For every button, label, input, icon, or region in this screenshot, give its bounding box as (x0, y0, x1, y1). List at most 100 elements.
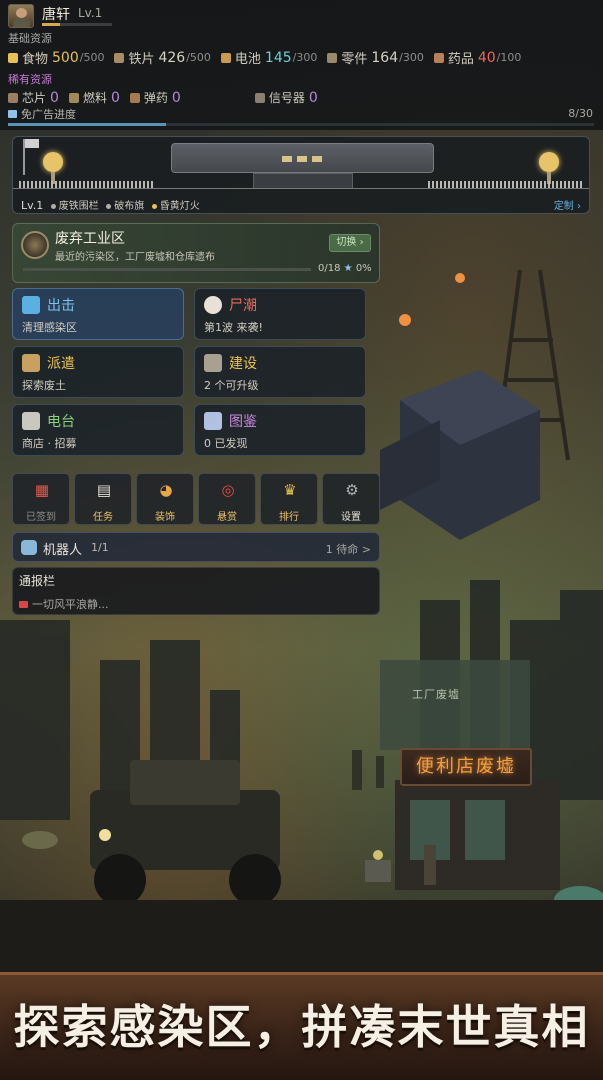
resource-name: 铁片 (128, 52, 155, 67)
tile-title: 派遣 (47, 356, 75, 372)
resource-value: 0 (308, 89, 318, 106)
flag-icon (23, 139, 39, 175)
medicine-icon (433, 52, 444, 63)
calendar-icon: ▦ (34, 481, 50, 499)
switch-zone-button[interactable]: 切换 › (329, 234, 371, 252)
gate-light (297, 156, 307, 162)
robot-bar[interactable]: 机器人 1/1 1 待命 > (12, 532, 380, 562)
clipboard-icon: ▤ (96, 481, 112, 499)
resource-name: 零件 (341, 52, 368, 67)
base-decoration-chip: 废铁围栏 (50, 201, 99, 212)
gate-light (312, 156, 322, 162)
resource-name: 信号器 (268, 91, 305, 105)
decor-button[interactable]: ◕ 装饰 (136, 473, 194, 525)
robot-count: 1/1 (91, 541, 109, 554)
tile-title: 电台 (47, 414, 75, 430)
tile-subtitle: 第1波 来袭! (204, 321, 263, 334)
build-button[interactable]: 建设 2 个可升级 (194, 346, 366, 398)
shortcut-label: 设置 (341, 512, 361, 523)
star-icon: ★ (343, 263, 353, 274)
gate-base (253, 173, 353, 189)
zone-progress-count: 0/18 (318, 263, 341, 274)
resource-value: 164 (371, 49, 399, 66)
dispatch-icon (22, 354, 40, 372)
chip-icon (8, 92, 18, 103)
notice-board[interactable]: 通报栏 一切风平浪静... (12, 567, 380, 615)
notice-text: 一切风平浪静... (32, 598, 109, 611)
chip-label: 昏黄灯火 (159, 201, 200, 212)
resource-max: /300 (292, 51, 318, 64)
ad-free-progress-bar (8, 123, 594, 126)
store-ruins-sign: 便利店废墟 (400, 748, 532, 786)
map-icon (22, 296, 40, 314)
robot-standby[interactable]: 1 待命 > (326, 541, 371, 557)
resource-value: 0 (171, 89, 181, 106)
resource-value: 40 (477, 49, 496, 66)
settings-button[interactable]: ⚙ 设置 (322, 473, 380, 525)
resource-name: 芯片 (22, 91, 47, 105)
player-name: 唐轩 (42, 7, 70, 23)
fuel-icon (68, 92, 79, 103)
trophy-icon: ♛ (283, 481, 297, 499)
ad-free-text: 免广告进度 (21, 108, 76, 121)
resource-food: 食物 500 /500 (8, 48, 104, 67)
resource-value: 0 (50, 89, 59, 106)
rare-resources-row: 芯片 0 燃料 0 弹药 0 信号器 0 (8, 89, 328, 106)
notice-title: 通报栏 (19, 574, 56, 588)
quests-button[interactable]: ▤ 任务 (74, 473, 132, 525)
basic-resources-label: 基础资源 (8, 32, 52, 45)
tile-subtitle: 商店 · 招募 (22, 437, 77, 450)
codex-button[interactable]: 图鉴 0 已发现 (194, 404, 366, 456)
resource-name: 燃料 (82, 91, 107, 105)
base-gate (171, 143, 434, 173)
resource-name: 电池 (234, 52, 261, 67)
robot-icon (21, 540, 37, 555)
resource-max: /500 (79, 51, 105, 64)
sortie-button[interactable]: 出击 清理感染区 (12, 288, 184, 340)
dot-icon (50, 203, 56, 209)
chip-label: 破布旗 (114, 201, 145, 212)
zone-panel[interactable]: 废弃工业区 最近的污染区，工厂废墟和仓库遗布 切换 › 0/18 ★ 0% (12, 223, 380, 283)
player-avatar[interactable] (8, 4, 34, 28)
customize-button[interactable]: 定制 › (554, 197, 581, 212)
ad-free-count: 8/30 (568, 107, 593, 120)
resource-name: 食物 (22, 52, 49, 67)
gear-icon: ⚙ (345, 481, 359, 499)
ad-free-progress-label: 免广告进度 (8, 106, 76, 122)
base-panel[interactable]: Lv.1 废铁围栏 破布旗 昏黄灯火 定制 › (12, 136, 590, 214)
resource-value: 426 (158, 49, 186, 66)
checked-in-button[interactable]: ▦ 已签到 (12, 473, 70, 525)
shortcut-label: 任务 (93, 512, 113, 523)
shortcut-label: 悬赏 (217, 512, 237, 523)
resource-parts: 零件 164 /300 (327, 48, 424, 67)
player-xp-bar (42, 23, 112, 26)
resource-max: /500 (186, 51, 211, 64)
zone-description: 最近的污染区，工厂废墟和仓库遗布 (55, 252, 215, 263)
parts-icon (327, 52, 338, 63)
iron-icon (114, 52, 125, 63)
tile-subtitle: 2 个可升级 (204, 379, 259, 392)
zone-progress-bar (23, 268, 311, 271)
food-icon (8, 52, 18, 63)
shortcut-label: 已签到 (26, 512, 56, 523)
shortcut-bar: ▦ 已签到 ▤ 任务 ◕ 装饰 ◎ 悬赏 ♛ 排行 ⚙ 设置 (12, 473, 380, 525)
zone-title: 废弃工业区 (55, 231, 125, 247)
resource-chip: 芯片 0 (8, 89, 59, 106)
dispatch-button[interactable]: 派遣 探索废土 (12, 346, 184, 398)
radio-button[interactable]: 电台 商店 · 招募 (12, 404, 184, 456)
battery-icon (220, 52, 231, 63)
zombie-tide-button[interactable]: 尸潮 第1波 来袭! (194, 288, 366, 340)
factory-ruins-label: 工厂废墟 (412, 688, 460, 701)
lamp-icon (43, 152, 63, 184)
base-level-row: Lv.1 废铁围栏 破布旗 昏黄灯火 (21, 197, 200, 212)
lamp-icon (539, 152, 559, 184)
zone-progress-text: 0/18 ★ 0% (318, 263, 372, 274)
tile-subtitle: 0 已发现 (204, 437, 248, 450)
ranking-button[interactable]: ♛ 排行 (260, 473, 318, 525)
resource-value: 145 (264, 49, 292, 66)
palette-icon: ◕ (159, 481, 173, 499)
resource-value: 0 (110, 89, 120, 106)
bounty-button[interactable]: ◎ 悬赏 (198, 473, 256, 525)
robot-title: 机器人 (43, 543, 83, 558)
resource-iron: 铁片 426 /500 (114, 48, 211, 67)
